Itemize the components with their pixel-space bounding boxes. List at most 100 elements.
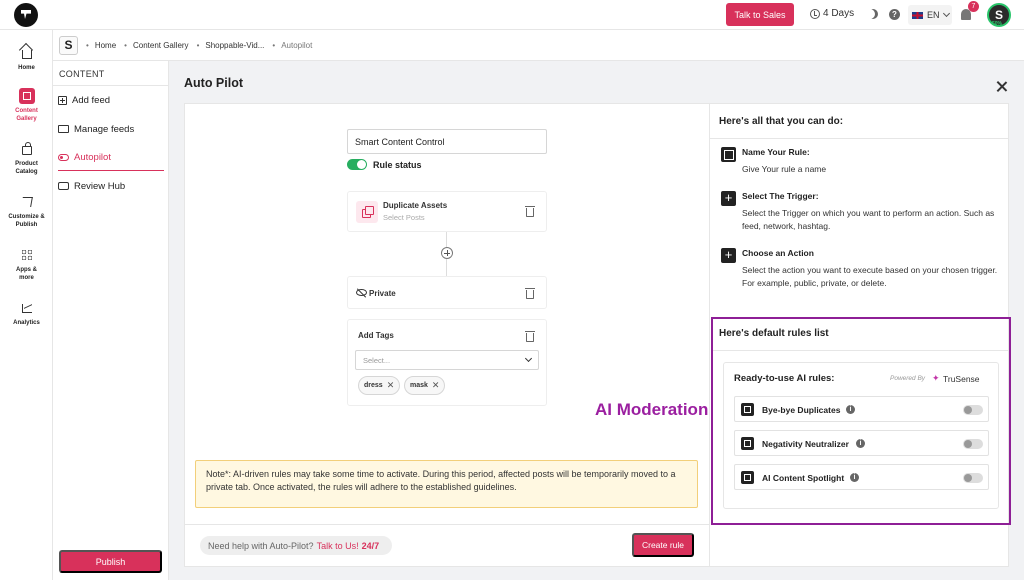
nav-item-analytics[interactable]: Analytics bbox=[0, 300, 53, 327]
breadcrumb-home[interactable]: Home bbox=[86, 41, 116, 50]
subnav-item-label: Autopilot bbox=[74, 152, 111, 163]
info-icon[interactable]: i bbox=[846, 405, 855, 414]
chevron-down-icon bbox=[942, 9, 950, 18]
subnav-item-manage-feeds[interactable]: Manage feeds bbox=[58, 116, 164, 142]
analytics-icon bbox=[19, 300, 35, 316]
uk-flag-icon bbox=[912, 11, 923, 19]
notification-badge: 7 bbox=[968, 1, 979, 12]
clock-icon bbox=[810, 8, 820, 19]
plus-icon: + bbox=[721, 248, 736, 263]
connector-line bbox=[446, 232, 447, 247]
close-icon[interactable] bbox=[995, 80, 1009, 94]
help-icon[interactable]: ? bbox=[889, 9, 900, 20]
trash-icon[interactable] bbox=[525, 331, 535, 342]
connector-line bbox=[446, 259, 447, 276]
nav-item-customize-publish[interactable]: Customize & Publish bbox=[0, 194, 53, 229]
nav-label: Product Catalog bbox=[15, 161, 38, 175]
private-action-block[interactable]: Private bbox=[347, 276, 547, 309]
breadcrumb: S Home Content Gallery Shoppable-Vid... … bbox=[53, 30, 1024, 61]
info-item-choose-action: + Choose an Action Select the action you… bbox=[721, 248, 1001, 290]
create-rule-button[interactable]: Create rule bbox=[632, 533, 694, 557]
rule-toggle[interactable] bbox=[963, 473, 983, 483]
profile-completion: 50% bbox=[992, 21, 1003, 27]
nav-item-content-gallery[interactable]: Content Gallery bbox=[0, 88, 53, 123]
info-item-text: Select the action you want to execute ba… bbox=[742, 265, 998, 288]
rule-toggle[interactable] bbox=[963, 405, 983, 415]
rule-label: AI Content Spotlight bbox=[762, 473, 845, 483]
edit-icon bbox=[721, 147, 736, 162]
info-item-head: Select The Trigger: bbox=[742, 191, 819, 201]
duplicate-icon bbox=[741, 403, 754, 416]
nav-label: Content Gallery bbox=[15, 108, 38, 122]
publish-button[interactable]: Publish bbox=[59, 550, 162, 573]
trigger-block[interactable]: Duplicate Assets Select Posts bbox=[347, 191, 547, 232]
content-subnav: CONTENT Add feed Manage feeds Autopilot … bbox=[53, 61, 169, 580]
breadcrumb-gallery[interactable]: Shoppable-Vid... bbox=[197, 41, 264, 50]
nav-item-apps[interactable]: Apps & more bbox=[0, 247, 53, 282]
subnav-item-review-hub[interactable]: Review Hub bbox=[58, 173, 164, 199]
info-item-name-rule: Name Your Rule: Give Your rule a name bbox=[721, 147, 1001, 177]
info-icon[interactable]: i bbox=[856, 439, 865, 448]
site-switcher[interactable]: S bbox=[59, 35, 78, 55]
support-hours: 24/7 bbox=[361, 540, 380, 551]
default-rules-panel: Here's default rules list Ready-to-use A… bbox=[711, 317, 1011, 525]
brand-label: TruSense bbox=[943, 374, 980, 384]
rule-name-input[interactable]: Smart Content Control bbox=[347, 129, 547, 154]
apps-icon bbox=[19, 247, 35, 263]
add-step-icon[interactable] bbox=[441, 247, 453, 259]
remove-tag-icon[interactable]: ✕ bbox=[387, 380, 395, 391]
add-tags-title: Add Tags bbox=[358, 331, 394, 340]
language-label: EN bbox=[927, 10, 940, 20]
logo[interactable] bbox=[14, 3, 38, 27]
rule-toggle[interactable] bbox=[963, 439, 983, 449]
trash-icon[interactable] bbox=[525, 288, 535, 299]
send-icon bbox=[19, 194, 35, 210]
smiley-icon bbox=[741, 437, 754, 450]
divider bbox=[185, 524, 709, 525]
top-bar: Talk to Sales 4 Days ? EN 7 S 50% bbox=[0, 0, 1024, 30]
rule-label: Negativity Neutralizer bbox=[762, 439, 849, 449]
language-selector[interactable]: EN bbox=[908, 5, 952, 25]
default-rules-title: Here's default rules list bbox=[719, 328, 829, 339]
trash-icon[interactable] bbox=[525, 206, 535, 217]
nav-label: Customize & Publish bbox=[8, 214, 45, 228]
tag-chip: dress ✕ bbox=[358, 376, 401, 395]
trigger-subtitle: Select Posts bbox=[383, 213, 425, 222]
review-icon bbox=[58, 182, 69, 190]
tags-select[interactable]: Select... bbox=[355, 350, 539, 370]
ready-rules-label: Ready-to-use AI rules: bbox=[734, 373, 835, 384]
talk-to-sales-button[interactable]: Talk to Sales bbox=[726, 3, 794, 26]
subnav-item-add-feed[interactable]: Add feed bbox=[58, 87, 164, 113]
divider bbox=[713, 350, 1008, 351]
subnav-item-label: Review Hub bbox=[74, 180, 126, 192]
breadcrumb-content-gallery[interactable]: Content Gallery bbox=[124, 41, 189, 50]
home-icon bbox=[19, 45, 35, 61]
powered-by-label: Powered By bbox=[890, 375, 926, 382]
eye-off-icon bbox=[356, 289, 367, 296]
moon-icon[interactable] bbox=[868, 9, 878, 19]
add-tags-block: Add Tags Select... dress ✕ mask ✕ bbox=[347, 319, 547, 406]
ai-rules-box: Ready-to-use AI rules: Powered By ✦ TruS… bbox=[723, 362, 999, 509]
info-item-text: Give Your rule a name bbox=[742, 164, 827, 174]
gallery-icon bbox=[18, 88, 35, 104]
rule-label: Bye-bye Duplicates bbox=[762, 405, 841, 415]
chevron-down-icon bbox=[524, 354, 533, 363]
help-text: Need help with Auto-Pilot? bbox=[208, 540, 314, 551]
divider bbox=[710, 138, 1009, 139]
rule-status-toggle[interactable] bbox=[347, 159, 367, 170]
subnav-item-label: Manage feeds bbox=[74, 123, 135, 135]
info-icon[interactable]: i bbox=[850, 473, 859, 482]
divider bbox=[53, 85, 169, 86]
private-label: Private bbox=[369, 289, 396, 298]
talk-to-us-link[interactable]: Talk to Us! bbox=[317, 541, 359, 551]
rule-status: Rule status bbox=[347, 159, 422, 170]
trial-days[interactable]: 4 Days bbox=[810, 8, 854, 19]
nav-item-product-catalog[interactable]: Product Catalog bbox=[0, 141, 53, 176]
remove-tag-icon[interactable]: ✕ bbox=[432, 380, 440, 391]
info-item-select-trigger: + Select The Trigger: Select the Trigger… bbox=[721, 191, 1001, 233]
nav-item-home[interactable]: Home bbox=[0, 45, 53, 72]
rule-row-negativity-neutralizer: Negativity Neutralizer i bbox=[734, 430, 989, 456]
subnav-item-autopilot[interactable]: Autopilot bbox=[58, 145, 164, 171]
tags-select-placeholder: Select... bbox=[363, 355, 391, 365]
add-feed-icon bbox=[58, 95, 67, 105]
